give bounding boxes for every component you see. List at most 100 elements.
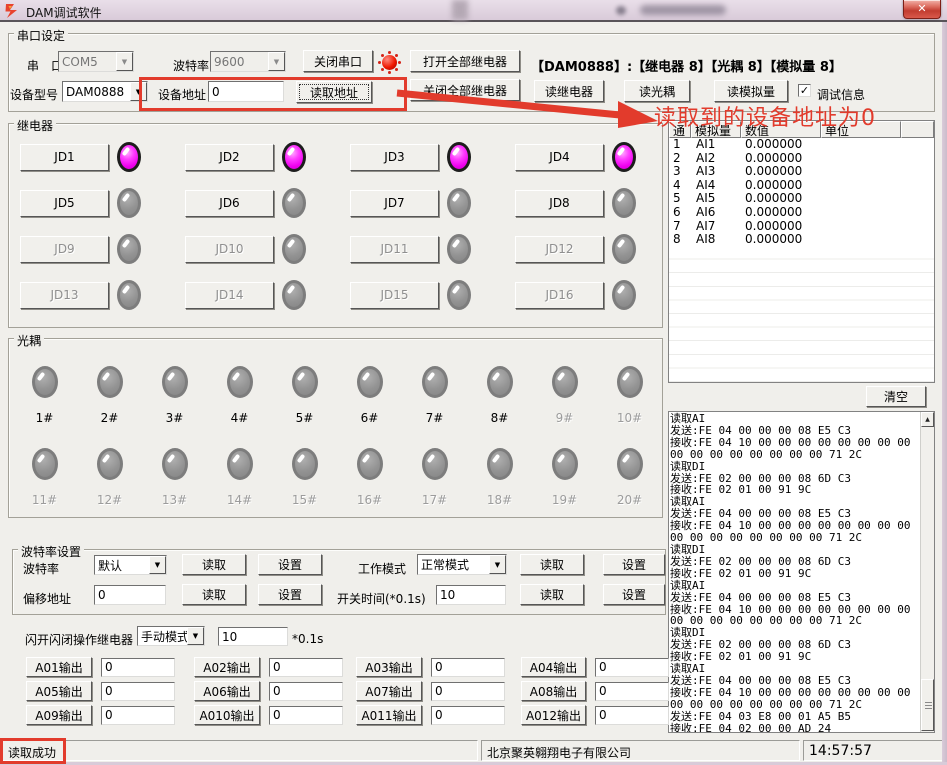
clear-log-button[interactable]: 清空 xyxy=(866,386,926,407)
close-serial-port-button[interactable]: 关闭串口 xyxy=(303,50,373,72)
log-line: 接收:FE 04 10 00 00 00 00 00 00 00 00 00 0… xyxy=(670,604,919,628)
scroll-up-arrow-icon[interactable]: ▲ xyxy=(921,412,934,427)
relay-cell: JD3 xyxy=(350,142,515,172)
relay-button[interactable]: JD9 xyxy=(20,236,109,263)
table-row[interactable]: 1 AI1 0.000000 xyxy=(669,138,934,152)
scrollbar-thumb[interactable] xyxy=(921,679,934,731)
analog-output-button[interactable]: A011输出 xyxy=(356,705,422,725)
table-row[interactable]: 4 AI4 0.000000 xyxy=(669,179,934,193)
table-row[interactable]: 2 AI2 0.000000 xyxy=(669,152,934,166)
switch-time-read-button[interactable]: 读取 xyxy=(520,584,584,605)
analog-output-input[interactable] xyxy=(101,658,175,677)
analog-output-input[interactable] xyxy=(595,658,669,677)
offset-set-button[interactable]: 设置 xyxy=(258,584,322,605)
relay-cell: JD13 xyxy=(20,280,185,310)
analog-output-button[interactable]: A06输出 xyxy=(194,681,260,701)
relay-button[interactable]: JD16 xyxy=(515,282,604,309)
app-icon xyxy=(4,3,20,19)
analog-output-button[interactable]: A010输出 xyxy=(194,705,260,725)
debug-info-checkbox[interactable]: ✓ xyxy=(798,84,811,97)
read-analog-button[interactable]: 读模拟量 xyxy=(714,80,788,102)
relay-button[interactable]: JD3 xyxy=(350,144,439,171)
analog-output-input[interactable] xyxy=(269,682,343,701)
analog-output-button[interactable]: A02输出 xyxy=(194,657,260,677)
analog-output-input[interactable] xyxy=(595,682,669,701)
analog-output-button[interactable]: A01输出 xyxy=(26,657,92,677)
relay-button[interactable]: JD5 xyxy=(20,190,109,217)
switch-time-input[interactable] xyxy=(436,585,506,605)
opto-group-label: 光耦 xyxy=(14,332,44,349)
opto-cell: 9# xyxy=(532,366,597,448)
table-row[interactable]: 7 AI7 0.000000 xyxy=(669,220,934,234)
switch-time-set-button[interactable]: 设置 xyxy=(603,584,665,605)
dropdown-arrow-icon[interactable]: ▼ xyxy=(187,627,204,645)
comm-log[interactable]: 读取AI 发送:FE 04 00 00 00 08 E5 C3 接收:FE 04… xyxy=(668,411,935,733)
flash-mode-select[interactable]: 手动模式 ▼ xyxy=(137,626,205,646)
opto-cell: 4# xyxy=(207,366,272,448)
analog-output-button[interactable]: A03输出 xyxy=(356,657,422,677)
table-header-cell[interactable] xyxy=(901,121,934,138)
baud-read-button[interactable]: 读取 xyxy=(182,554,246,575)
table-row[interactable]: 3 AI3 0.000000 xyxy=(669,165,934,179)
workmode-read-button[interactable]: 读取 xyxy=(520,554,584,575)
opto-cell: 5# xyxy=(272,366,337,448)
opto-cell: 12# xyxy=(77,448,142,530)
analog-output-input[interactable] xyxy=(101,706,175,725)
analog-output-input[interactable] xyxy=(595,706,669,725)
table-row[interactable]: 6 AI6 0.000000 xyxy=(669,206,934,220)
flash-time-input[interactable] xyxy=(218,627,288,646)
analog-output-input[interactable] xyxy=(269,706,343,725)
workmode-set-button[interactable]: 设置 xyxy=(603,554,665,575)
relay-button[interactable]: JD13 xyxy=(20,282,109,309)
analog-output-input[interactable] xyxy=(101,682,175,701)
analog-output-button[interactable]: A07输出 xyxy=(356,681,422,701)
analog-output-input[interactable] xyxy=(269,658,343,677)
device-summary: 【DAM0888】:【继电器 8】【光耦 8】【模拟量 8】 xyxy=(531,56,842,75)
table-row[interactable]: 5 AI5 0.000000 xyxy=(669,192,934,206)
close-button[interactable]: ✕ xyxy=(903,0,941,19)
analog-output-cell: A02输出 xyxy=(194,657,356,677)
opto-channel-label: 15# xyxy=(292,493,317,507)
relay-button[interactable]: JD4 xyxy=(515,144,604,171)
log-scrollbar[interactable]: ▲ xyxy=(920,412,934,732)
analog-output-button[interactable]: A04输出 xyxy=(521,657,586,677)
baud2-select[interactable]: 默认 ▼ xyxy=(94,555,167,575)
analog-output-input[interactable] xyxy=(431,682,505,701)
relay-button[interactable]: JD8 xyxy=(515,190,604,217)
relay-button[interactable]: JD12 xyxy=(515,236,604,263)
analog-output-input[interactable] xyxy=(431,658,505,677)
offset-address-input[interactable] xyxy=(94,585,166,605)
relay-lamp-icon xyxy=(447,142,471,172)
device-model-select[interactable]: DAM0888 ▼ xyxy=(62,81,148,102)
relay-lamp-icon xyxy=(117,280,141,310)
log-text: 读取AI 发送:FE 04 00 00 00 08 E5 C3 接收:FE 04… xyxy=(670,413,919,733)
workmode-select[interactable]: 正常模式 ▼ xyxy=(417,554,507,575)
dropdown-arrow-icon[interactable]: ▼ xyxy=(149,556,166,574)
cell-unit xyxy=(821,152,901,166)
table-row[interactable]: 8 AI8 0.000000 xyxy=(669,233,934,247)
baud-set-button[interactable]: 设置 xyxy=(258,554,322,575)
analog-output-button[interactable]: A05输出 xyxy=(26,681,92,701)
analog-output-button[interactable]: A09输出 xyxy=(26,705,92,725)
relay-button[interactable]: JD11 xyxy=(350,236,439,263)
dropdown-arrow-icon[interactable]: ▼ xyxy=(489,555,506,574)
relay-button[interactable]: JD1 xyxy=(20,144,109,171)
opto-cell: 6# xyxy=(337,366,402,448)
relay-lamp-icon xyxy=(612,188,636,218)
relay-button[interactable]: JD7 xyxy=(350,190,439,217)
baud2-label: 波特率 xyxy=(23,560,59,577)
analog-output-button[interactable]: A08输出 xyxy=(521,681,586,701)
open-all-relays-button[interactable]: 打开全部继电器 xyxy=(410,50,520,72)
relay-cell: JD7 xyxy=(350,188,515,218)
cell-analog-name: AI7 xyxy=(691,220,741,234)
opto-cell: 7# xyxy=(402,366,467,448)
relay-button[interactable]: JD10 xyxy=(185,236,274,263)
cell-unit xyxy=(821,138,901,152)
analog-output-input[interactable] xyxy=(431,706,505,725)
analog-output-button[interactable]: A012输出 xyxy=(521,705,586,725)
offset-read-button[interactable]: 读取 xyxy=(182,584,246,605)
relay-button[interactable]: JD15 xyxy=(350,282,439,309)
relay-button[interactable]: JD6 xyxy=(185,190,274,217)
relay-button[interactable]: JD2 xyxy=(185,144,274,171)
relay-button[interactable]: JD14 xyxy=(185,282,274,309)
